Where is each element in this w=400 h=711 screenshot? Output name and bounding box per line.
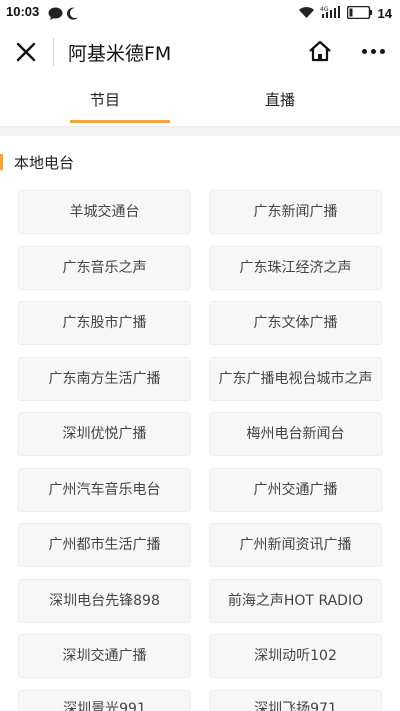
home-icon[interactable] — [306, 37, 334, 65]
active-tab-indicator — [70, 120, 170, 123]
station-button[interactable]: 广州汽车音乐电台 — [18, 468, 191, 512]
svg-text:4G: 4G — [320, 6, 329, 13]
nav-divider — [53, 38, 54, 66]
station-button[interactable]: 梅州电台新闻台 — [209, 412, 382, 456]
section-separator — [0, 126, 400, 136]
page-title: 阿基米德FM — [68, 43, 172, 65]
station-button[interactable]: 广东新闻广播 — [209, 190, 382, 234]
station-button[interactable]: 深圳动听102 — [209, 634, 382, 678]
section-title: 本地电台 — [14, 154, 75, 172]
station-button[interactable]: 广东文体广播 — [209, 301, 382, 345]
section-header: 本地电台 — [0, 148, 400, 178]
station-button[interactable]: 前海之声HOT RADIO — [209, 579, 382, 623]
station-button[interactable]: 广东音乐之声 — [18, 246, 191, 290]
station-button[interactable]: 深圳交通广播 — [18, 634, 191, 678]
section-accent-bar — [0, 154, 3, 170]
status-left-icons — [48, 5, 79, 24]
station-button[interactable]: 广东珠江经济之声 — [209, 246, 382, 290]
station-button[interactable]: 广东广播电视台城市之声 — [209, 357, 382, 401]
moon-icon — [67, 5, 79, 24]
status-time: 10:03 — [6, 4, 40, 19]
battery-icon — [346, 4, 373, 23]
nav-bar: 阿基米德FM — [0, 24, 400, 80]
station-button[interactable]: 深圳电台先锋898 — [18, 579, 191, 623]
chat-bubble-icon — [48, 5, 63, 24]
station-button[interactable]: 羊城交通台 — [18, 190, 191, 234]
station-button[interactable]: 广州都市生活广播 — [18, 523, 191, 567]
station-button[interactable]: 深圳景光991 — [18, 690, 191, 711]
station-button[interactable]: 广东南方生活广播 — [18, 357, 191, 401]
tab-bar: 节目 直播 — [0, 80, 400, 126]
more-icon[interactable] — [360, 37, 386, 65]
status-right: 4G 14 — [298, 4, 392, 23]
status-bar: 10:03 4G 14 — [0, 0, 400, 24]
signal-icon: 4G — [320, 4, 342, 23]
station-button[interactable]: 广州交通广播 — [209, 468, 382, 512]
station-button[interactable]: 深圳飞扬971 — [209, 690, 382, 711]
station-button[interactable]: 广州新闻资讯广播 — [209, 523, 382, 567]
close-icon[interactable] — [12, 38, 40, 66]
battery-level: 14 — [377, 6, 392, 21]
tab-live[interactable]: 直播 — [200, 80, 360, 126]
station-button[interactable]: 深圳优悦广播 — [18, 412, 191, 456]
station-button[interactable]: 广东股市广播 — [18, 301, 191, 345]
wifi-icon — [298, 4, 315, 23]
